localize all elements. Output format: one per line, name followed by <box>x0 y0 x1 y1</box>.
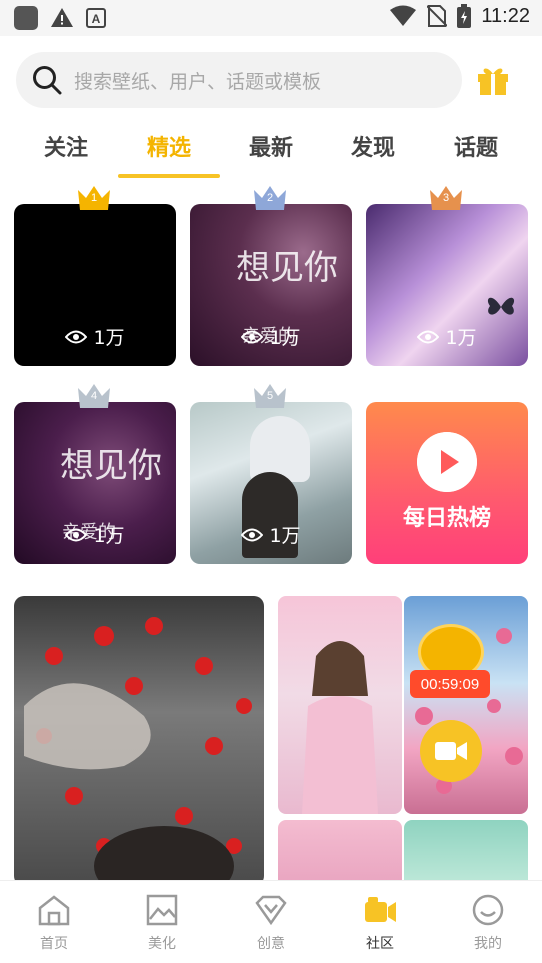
card-overlay-title: 想见你 <box>236 248 338 288</box>
video-record-button[interactable] <box>420 720 482 782</box>
diamond-icon <box>255 895 287 926</box>
home-icon <box>38 895 70 926</box>
category-tabs: 关注 精选 最新 发现 话题 <box>0 130 542 180</box>
feed-post-2[interactable] <box>278 596 402 814</box>
rank-crown-3: 3 <box>428 184 464 210</box>
rank-crown-2: 2 <box>252 184 288 210</box>
view-count: 1万 <box>14 521 176 548</box>
roses-decoration <box>24 617 252 886</box>
status-time: 11:22 <box>481 4 530 27</box>
no-sim-icon <box>427 5 448 27</box>
wallpaper-card-5[interactable]: 1万 <box>190 402 352 564</box>
eye-icon <box>241 330 264 343</box>
tab-follow[interactable]: 关注 <box>16 130 116 162</box>
wallpaper-card-2[interactable]: 想见你 亲爱的 1万 <box>190 204 352 366</box>
card-overlay-title: 想见你 <box>60 446 162 486</box>
nav-profile[interactable]: 我的 <box>448 893 528 953</box>
image-icon <box>146 894 178 926</box>
community-icon <box>365 897 396 922</box>
tab-featured[interactable]: 精选 <box>119 130 219 162</box>
eye-icon <box>241 528 264 541</box>
nav-creative[interactable]: 创意 <box>231 893 311 953</box>
view-count: 1万 <box>366 323 528 350</box>
search-icon <box>33 66 62 95</box>
status-bar: A 11:22 <box>0 0 542 36</box>
battery-icon <box>457 4 472 28</box>
eye-icon <box>65 528 88 541</box>
reward-timer: 00:59:09 <box>410 670 490 698</box>
figure-shape <box>250 416 310 482</box>
eye-icon <box>65 330 88 343</box>
wallpaper-card-1[interactable]: 1万 <box>14 204 176 366</box>
tab-indicator <box>118 174 220 178</box>
wallpaper-card-4[interactable]: 想见你 亲爱的 1万 <box>14 402 176 564</box>
svg-text:A: A <box>92 12 101 26</box>
gift-icon[interactable] <box>476 62 510 96</box>
nav-beautify[interactable]: 美化 <box>122 893 202 953</box>
app-icon <box>14 6 38 30</box>
view-count: 1万 <box>14 323 176 350</box>
rank-crown-1: 1 <box>76 184 112 210</box>
daily-hot-list-label: 每日热榜 <box>402 506 491 531</box>
tab-discover[interactable]: 发现 <box>323 130 423 162</box>
nav-community[interactable]: 社区 <box>340 893 420 953</box>
search-placeholder: 搜索壁纸、用户、话题或模板 <box>74 70 322 93</box>
wifi-icon <box>390 5 417 26</box>
rank-crown-5: 5 <box>252 382 288 408</box>
font-icon: A <box>86 8 106 28</box>
search-input[interactable]: 搜索壁纸、用户、话题或模板 <box>16 52 462 108</box>
daily-hot-list-card[interactable]: 每日热榜 <box>366 402 528 564</box>
butterfly-icon <box>487 297 515 315</box>
tab-latest[interactable]: 最新 <box>221 130 321 162</box>
feed-post-large[interactable] <box>14 596 264 886</box>
view-count: 1万 <box>190 521 352 548</box>
nav-home[interactable]: 首页 <box>14 893 94 953</box>
profile-icon <box>472 894 504 926</box>
girl-illustration <box>302 641 378 814</box>
tab-topics[interactable]: 话题 <box>426 130 526 162</box>
view-count: 1万 <box>190 323 352 350</box>
warning-icon <box>51 8 73 27</box>
eye-icon <box>417 330 440 343</box>
video-camera-icon <box>435 742 467 760</box>
wallpaper-card-3[interactable]: 1万 <box>366 204 528 366</box>
play-fire-icon <box>417 432 477 492</box>
bottom-navigation: 首页 美化 创意 社区 我的 <box>0 880 542 963</box>
rank-crown-4: 4 <box>76 382 112 408</box>
